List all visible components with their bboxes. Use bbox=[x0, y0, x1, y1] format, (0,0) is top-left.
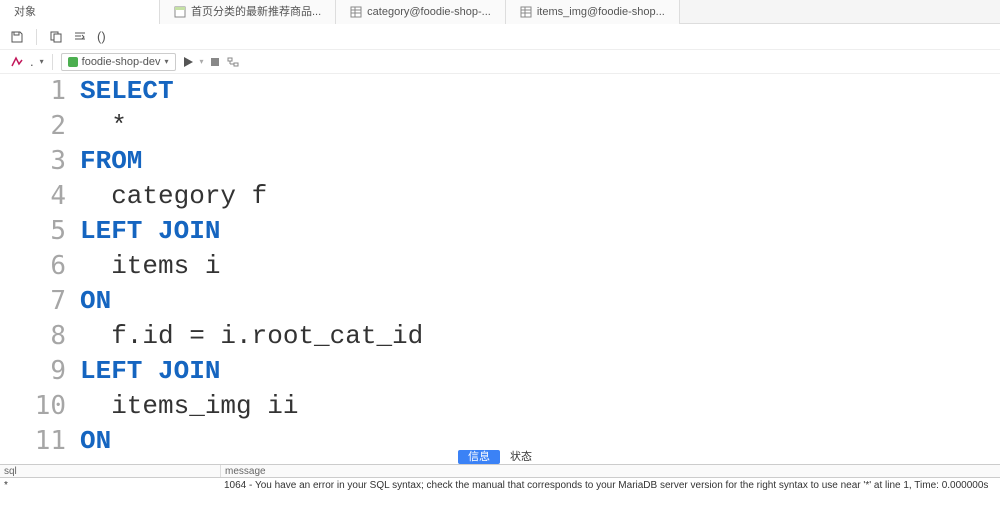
editor-line[interactable]: 6 items i bbox=[0, 249, 1000, 284]
result-header-message: message bbox=[220, 465, 1000, 477]
tab-table-category-label: category@foodie-shop-... bbox=[367, 0, 491, 24]
line-number: 10 bbox=[0, 389, 80, 424]
chevron-down-icon[interactable]: ▾ bbox=[200, 57, 204, 66]
top-tabs: 对象 首页分类的最新推荐商品... category@foodie-shop-.… bbox=[0, 0, 1000, 24]
connection-selector[interactable]: foodie-shop-dev ▾ bbox=[61, 53, 176, 71]
code-content[interactable]: LEFT JOIN bbox=[80, 354, 220, 389]
database-icon bbox=[68, 57, 78, 67]
connection-label: foodie-shop-dev bbox=[82, 53, 161, 71]
code-content[interactable]: ON bbox=[80, 284, 111, 319]
code-content[interactable]: f.id = i.root_cat_id bbox=[80, 319, 423, 354]
separator bbox=[36, 29, 37, 45]
tab-query[interactable]: 首页分类的最新推荐商品... bbox=[160, 0, 336, 24]
stop-icon[interactable] bbox=[210, 57, 220, 67]
line-number: 4 bbox=[0, 179, 80, 214]
tab-objects-label: 对象 bbox=[14, 0, 36, 24]
result-cell-sql: * bbox=[0, 478, 220, 494]
editor-line[interactable]: 2 * bbox=[0, 109, 1000, 144]
table-icon bbox=[350, 6, 362, 18]
code-content[interactable]: SELECT bbox=[80, 74, 174, 109]
editor-line[interactable]: 1SELECT bbox=[0, 74, 1000, 109]
line-number: 5 bbox=[0, 214, 80, 249]
chevron-down-icon: ▾ bbox=[165, 53, 169, 71]
query-icon bbox=[174, 6, 186, 18]
editor-line[interactable]: 5LEFT JOIN bbox=[0, 214, 1000, 249]
result-header: sql message bbox=[0, 464, 1000, 478]
code-content[interactable]: ON bbox=[80, 424, 111, 450]
line-number: 8 bbox=[0, 319, 80, 354]
line-number: 9 bbox=[0, 354, 80, 389]
format-dot: . bbox=[30, 54, 34, 69]
line-number: 11 bbox=[0, 424, 80, 450]
code-content[interactable]: items_img ii bbox=[80, 389, 298, 424]
line-number: 1 bbox=[0, 74, 80, 109]
code-content[interactable]: * bbox=[80, 109, 127, 144]
chevron-down-icon[interactable]: ▾ bbox=[40, 57, 44, 66]
editor-line[interactable]: 11ON bbox=[0, 424, 1000, 450]
tab-table-items-img[interactable]: items_img@foodie-shop... bbox=[506, 0, 680, 24]
parentheses-label[interactable]: () bbox=[97, 29, 106, 44]
code-content[interactable]: category f bbox=[80, 179, 267, 214]
explain-icon[interactable] bbox=[226, 55, 240, 69]
tab-status-label: 状态 bbox=[510, 451, 532, 463]
editor-line[interactable]: 3FROM bbox=[0, 144, 1000, 179]
editor-line[interactable]: 9LEFT JOIN bbox=[0, 354, 1000, 389]
editor-line[interactable]: 7ON bbox=[0, 284, 1000, 319]
copy-icon[interactable] bbox=[49, 30, 63, 44]
editor-line[interactable]: 10 items_img ii bbox=[0, 389, 1000, 424]
toolbar-run: . ▾ foodie-shop-dev ▾ ▾ bbox=[0, 50, 1000, 74]
toolbar-file: () bbox=[0, 24, 1000, 50]
tab-info-label: 信息 bbox=[468, 451, 490, 463]
tab-info[interactable]: 信息 bbox=[458, 450, 500, 464]
separator bbox=[52, 54, 53, 70]
line-number: 7 bbox=[0, 284, 80, 319]
tab-table-category[interactable]: category@foodie-shop-... bbox=[336, 0, 506, 24]
tab-query-label: 首页分类的最新推荐商品... bbox=[191, 0, 321, 24]
line-number: 3 bbox=[0, 144, 80, 179]
run-icon[interactable] bbox=[182, 56, 194, 68]
format-sql-icon[interactable] bbox=[10, 55, 24, 69]
tab-objects[interactable]: 对象 bbox=[0, 0, 160, 24]
code-content[interactable]: items i bbox=[80, 249, 220, 284]
code-content[interactable]: FROM bbox=[80, 144, 142, 179]
save-icon[interactable] bbox=[10, 30, 24, 44]
line-number: 2 bbox=[0, 109, 80, 144]
result-tabs: 信息 状态 bbox=[0, 450, 1000, 464]
result-cell-message: 1064 - You have an error in your SQL syn… bbox=[220, 478, 1000, 494]
tab-table-items-img-label: items_img@foodie-shop... bbox=[537, 0, 665, 24]
result-header-sql: sql bbox=[0, 465, 220, 477]
format-icon[interactable] bbox=[73, 30, 87, 44]
editor-line[interactable]: 4 category f bbox=[0, 179, 1000, 214]
result-row: * 1064 - You have an error in your SQL s… bbox=[0, 478, 1000, 494]
tab-status[interactable]: 状态 bbox=[500, 450, 542, 464]
editor-line[interactable]: 8 f.id = i.root_cat_id bbox=[0, 319, 1000, 354]
code-content[interactable]: LEFT JOIN bbox=[80, 214, 220, 249]
table-icon bbox=[520, 6, 532, 18]
line-number: 6 bbox=[0, 249, 80, 284]
sql-editor[interactable]: 1SELECT2 *3FROM4 category f5LEFT JOIN6 i… bbox=[0, 74, 1000, 450]
